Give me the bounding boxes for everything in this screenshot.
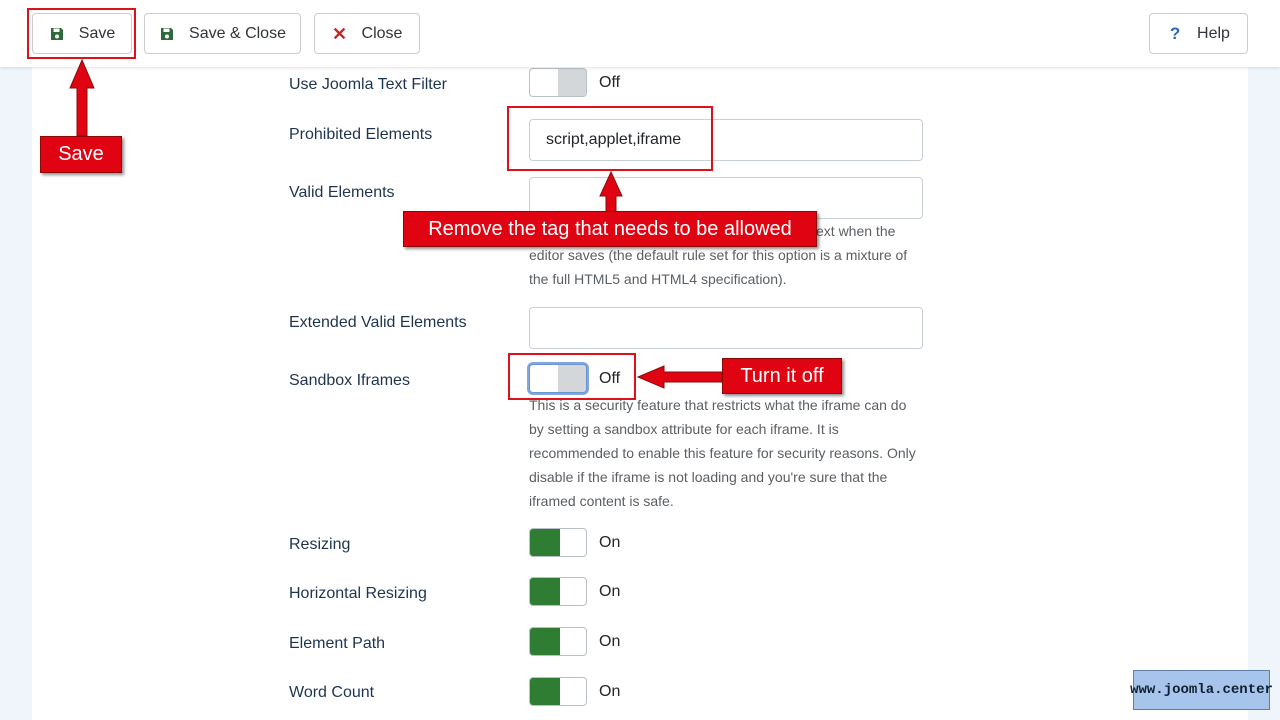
question-mark-icon: ? xyxy=(1169,23,1181,43)
remove-tag-annotation-arrow xyxy=(599,170,623,213)
close-icon: ✕ xyxy=(332,23,348,44)
desc-line: recommended to enable this feature for s… xyxy=(529,445,916,461)
text-filter-label: Use Joomla Text Filter xyxy=(289,76,447,93)
close-button[interactable]: ✕ Close xyxy=(314,13,420,54)
toolbar: Save Save & Close ✕ Close ? Help xyxy=(0,0,1280,67)
save-close-button[interactable]: Save & Close xyxy=(144,13,301,54)
resizing-toggle[interactable] xyxy=(529,528,587,557)
turn-off-annotation-arrow xyxy=(636,365,723,389)
desc-line: disable if the iframe is not loading and… xyxy=(529,469,888,485)
element-path-state: On xyxy=(599,633,621,650)
desc-line: the full HTML5 and HTML4 specification). xyxy=(529,271,787,287)
desc-line: by setting a sandbox attribute for each … xyxy=(529,421,839,437)
help-label: Help xyxy=(1197,24,1230,42)
horizontal-resizing-toggle[interactable] xyxy=(529,577,587,606)
word-count-label: Word Count xyxy=(289,684,375,701)
save-callout: Save xyxy=(40,136,122,173)
text-filter-toggle[interactable] xyxy=(529,68,587,97)
element-path-label: Element Path xyxy=(289,635,386,652)
sandbox-iframes-label: Sandbox Iframes xyxy=(289,372,410,389)
sandbox-highlight-box xyxy=(508,353,636,400)
toggle-knob xyxy=(558,69,586,96)
toggle-knob xyxy=(530,529,560,556)
toggle-knob xyxy=(530,628,560,655)
floppy-disk-icon xyxy=(159,26,175,42)
save-annotation-arrow xyxy=(69,58,95,137)
save-highlight-box xyxy=(27,8,136,59)
extended-valid-elements-input[interactable] xyxy=(529,307,923,349)
resizing-state: On xyxy=(599,534,621,551)
remove-tag-callout: Remove the tag that needs to be allowed xyxy=(403,211,817,247)
extended-valid-elements-label: Extended Valid Elements xyxy=(289,314,467,331)
turn-off-callout: Turn it off xyxy=(722,358,842,394)
horizontal-resizing-state: On xyxy=(599,583,621,600)
sandbox-iframes-description: This is a security feature that restrict… xyxy=(529,393,923,513)
desc-line: iframed content is safe. xyxy=(529,493,674,509)
close-label: Close xyxy=(361,24,403,42)
prohibited-elements-label: Prohibited Elements xyxy=(289,126,433,143)
horizontal-resizing-label: Horizontal Resizing xyxy=(289,585,427,602)
valid-elements-label: Valid Elements xyxy=(289,184,395,201)
element-path-toggle[interactable] xyxy=(529,627,587,656)
resizing-label: Resizing xyxy=(289,536,351,553)
help-button[interactable]: ? Help xyxy=(1149,13,1248,54)
toggle-knob xyxy=(530,678,560,705)
text-filter-state: Off xyxy=(599,74,621,91)
toggle-knob xyxy=(530,578,560,605)
prohibited-highlight-box xyxy=(507,106,713,171)
save-close-label: Save & Close xyxy=(189,24,286,42)
watermark: www.joomla.center xyxy=(1130,670,1273,710)
word-count-state: On xyxy=(599,683,621,700)
word-count-toggle[interactable] xyxy=(529,677,587,706)
